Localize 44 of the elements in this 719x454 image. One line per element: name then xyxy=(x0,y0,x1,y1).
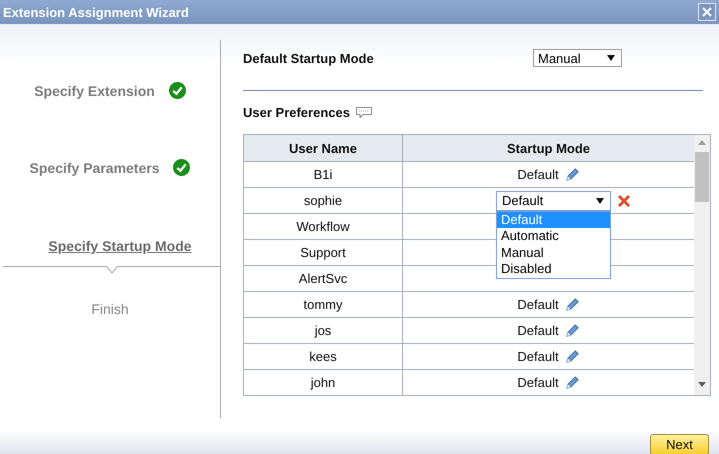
scroll-thumb[interactable] xyxy=(695,152,709,202)
table-cell: Default xyxy=(517,167,559,182)
table-cell: kees xyxy=(309,349,337,364)
checkmark-icon xyxy=(168,82,186,99)
step-label[interactable]: Specify Startup Mode xyxy=(48,238,192,254)
dropdown-option[interactable]: Manual xyxy=(497,244,610,261)
pencil-icon[interactable] xyxy=(564,297,580,312)
pencil-icon[interactable] xyxy=(564,375,580,390)
close-icon xyxy=(701,6,713,18)
checkmark-icon xyxy=(173,159,190,176)
table-cell: AlertSvc xyxy=(298,271,348,286)
table-cell: Default xyxy=(517,349,559,364)
pencil-icon[interactable] xyxy=(564,349,580,364)
window-title: Extension Assignment Wizard xyxy=(3,4,189,20)
step-label[interactable]: Specify Extension xyxy=(34,82,155,98)
pencil-icon[interactable] xyxy=(564,323,580,338)
default-mode-select[interactable]: Manual xyxy=(533,49,622,67)
caret-icon xyxy=(596,198,604,204)
step-label[interactable]: Finish xyxy=(91,301,129,317)
scrollbar[interactable] xyxy=(694,135,710,395)
table-cell: Workflow xyxy=(296,219,350,234)
scroll-down-icon[interactable] xyxy=(698,382,706,387)
table-cell: Support xyxy=(300,245,346,260)
dropdown-option[interactable]: Disabled xyxy=(497,261,610,278)
caret-icon xyxy=(607,55,615,61)
column-header: User Name xyxy=(244,135,403,161)
pencil-icon[interactable] xyxy=(564,167,580,182)
table-cell: B1i xyxy=(314,167,332,182)
table-cell: Default xyxy=(517,297,559,312)
comment-icon[interactable] xyxy=(356,107,372,118)
close-button[interactable] xyxy=(698,3,716,21)
table-cell: jos xyxy=(314,323,332,338)
section-title: User Preferences xyxy=(243,105,350,120)
close-icon[interactable] xyxy=(617,194,631,208)
field-label: Default Startup Mode xyxy=(243,50,374,66)
table-cell: tommy xyxy=(304,297,342,312)
next-button[interactable]: Next xyxy=(650,434,709,454)
step-label[interactable]: Specify Parameters xyxy=(30,160,160,176)
column-header: Startup Mode xyxy=(506,140,592,158)
table-cell: Default xyxy=(517,323,559,338)
table-cell: Default xyxy=(517,375,559,390)
table-cell: john xyxy=(310,375,336,390)
table-cell: sophie xyxy=(304,193,342,208)
dropdown-option[interactable]: Automatic xyxy=(497,228,610,244)
